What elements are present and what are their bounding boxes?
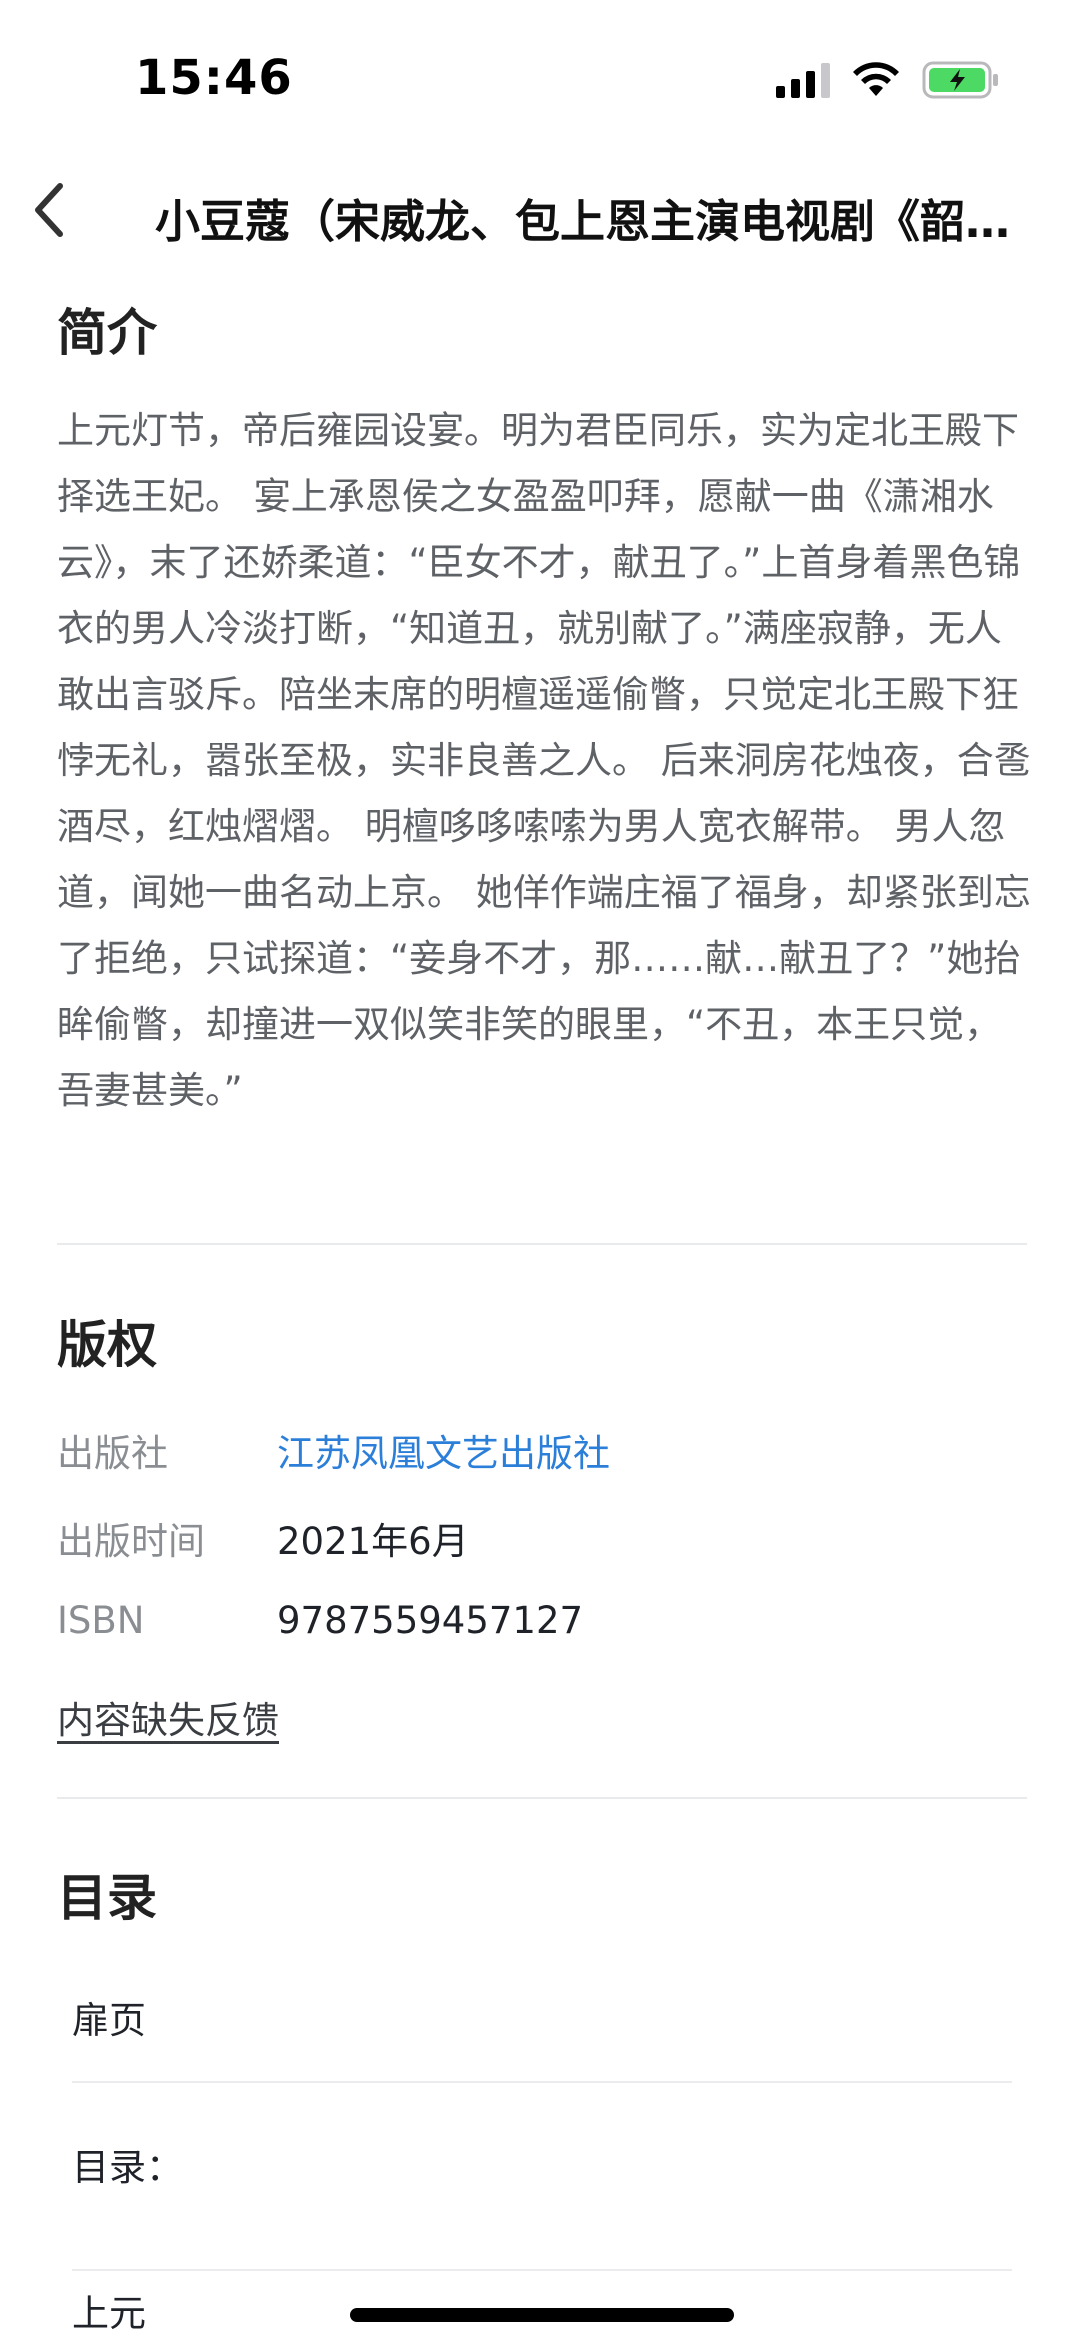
intro-text: 上元灯节，帝后雍园设宴。明为君臣同乐，实为定北王殿下择选王妃。 宴上承恩侯之女盈… [57,409,1031,1112]
publish-date-label: 出版时间 [57,1520,205,1563]
book-title: 小豆蔻（宋威龙、包上恩主演电视剧《韶… [155,195,1011,248]
home-indicator[interactable] [350,2308,734,2322]
back-button[interactable] [12,174,84,246]
publish-date-value: 2021年6月 [277,1520,469,1563]
status-icons [776,58,1000,102]
status-bar: 15:46 [0,0,1080,150]
section-divider [57,1243,1027,1245]
cellular-signal-icon [776,62,830,98]
content-feedback-link[interactable]: 内容缺失反馈 [57,1690,279,1744]
intro-heading: 简介 [57,304,157,362]
isbn-value: 9787559457127 [277,1599,584,1642]
toc-divider [72,2269,1012,2271]
nav-bar: 小豆蔻（宋威龙、包上恩主演电视剧《韶… [0,150,1080,270]
toc-heading: 目录 [57,1869,157,1927]
status-time: 15:46 [135,50,293,106]
toc-item[interactable]: 扉页 [72,1990,146,2044]
toc-item[interactable]: 上元 [72,2283,146,2337]
section-divider [57,1797,1027,1799]
toc-item[interactable]: 目录： [72,2137,183,2191]
book-detail-page: 15:46 小豆蔻（宋威龙、包上恩主演电视剧《韶… 简介 上元灯节，帝后雍园设宴… [0,0,1080,2341]
battery-charging-icon [922,61,998,99]
copyright-heading: 版权 [57,1316,157,1374]
isbn-label: ISBN [57,1599,145,1642]
toc-divider [72,2081,1012,2083]
chevron-left-icon [35,183,63,237]
publisher-link[interactable]: 江苏凤凰文艺出版社 [277,1423,610,1477]
wifi-icon [853,62,899,96]
publisher-label: 出版社 [57,1432,168,1475]
